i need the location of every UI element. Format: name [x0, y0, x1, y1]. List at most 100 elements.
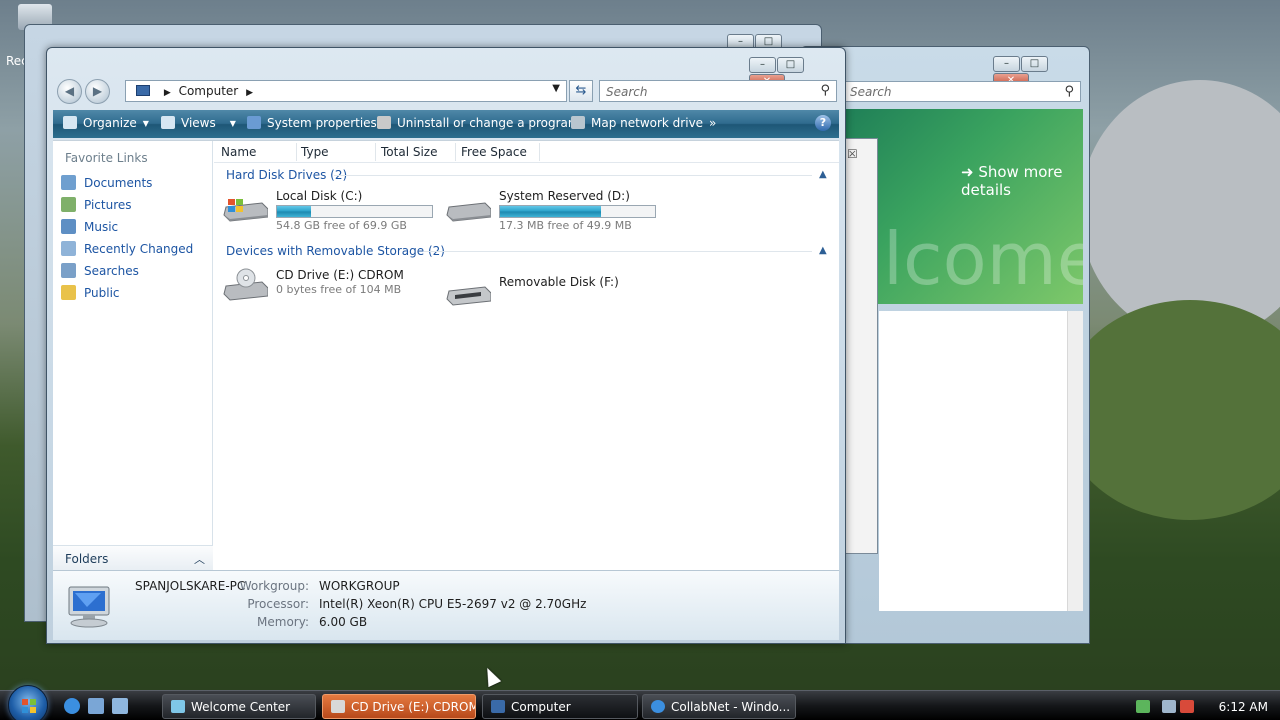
taskbar-button-computer[interactable]: Computer	[482, 694, 638, 719]
sidebar-item-pictures[interactable]: Pictures	[61, 197, 132, 217]
vertical-scrollbar[interactable]	[1067, 311, 1083, 611]
column-divider[interactable]	[455, 143, 456, 161]
chevron-down-icon: ▼	[229, 119, 236, 128]
drive-name: System Reserved (D:)	[499, 189, 630, 203]
maximize-button[interactable]: □	[1021, 56, 1048, 72]
sidebar-item-label: Pictures	[84, 198, 132, 212]
collapse-group-icon[interactable]: ▲	[819, 245, 827, 256]
maximize-button[interactable]: □	[777, 57, 804, 73]
toolbar-overflow-button[interactable]: »	[709, 116, 716, 130]
taskbar: Welcome Center CD Drive (E:) CDROM Compu…	[0, 685, 1280, 720]
search-icon[interactable]: ⚲	[820, 83, 830, 98]
column-header-type[interactable]: Type	[301, 145, 329, 159]
security-shield-icon[interactable]	[1136, 700, 1150, 713]
column-divider[interactable]	[539, 143, 540, 161]
sidebar-item-label: Recently Changed	[84, 242, 194, 256]
workgroup-value: WORKGROUP	[319, 579, 400, 593]
sidebar-item-searches[interactable]: Searches	[61, 263, 139, 283]
welcome-search-input[interactable]: Search ⚲	[843, 81, 1081, 102]
drive-name: Removable Disk (F:)	[499, 275, 619, 289]
switch-windows-icon[interactable]	[112, 698, 128, 714]
network-drive-icon	[571, 116, 585, 129]
show-desktop-icon[interactable]	[88, 698, 104, 714]
internet-explorer-icon[interactable]	[64, 698, 80, 714]
column-divider[interactable]	[296, 143, 297, 161]
processor-value: Intel(R) Xeon(R) CPU E5-2697 v2 @ 2.70GH…	[319, 597, 587, 611]
drive-usage-bar	[499, 205, 656, 218]
music-icon	[61, 219, 76, 234]
drive-removable-f[interactable]: Removable Disk (F:)	[445, 275, 660, 315]
show-more-details-label: Show more details	[961, 163, 1063, 199]
windows-logo-icon	[22, 699, 36, 713]
sidebar-item-public[interactable]: Public	[61, 285, 120, 305]
close-icon[interactable]: ☒	[847, 147, 858, 161]
search-placeholder: Search	[606, 85, 648, 99]
sidebar-item-music[interactable]: Music	[61, 219, 118, 239]
programs-icon	[377, 116, 391, 129]
notification-area: 6:12 AM	[1130, 693, 1280, 719]
welcome-center-icon	[171, 700, 185, 713]
search-icon[interactable]: ⚲	[1064, 84, 1074, 99]
drive-local-disk-c[interactable]: Local Disk (C:) 54.8 GB free of 69.9 GB	[222, 189, 437, 232]
back-button[interactable]: ◀	[57, 79, 82, 104]
address-dropdown-icon[interactable]: ▼	[552, 83, 560, 94]
group-divider	[334, 175, 812, 176]
forward-button[interactable]: ▶	[85, 79, 110, 104]
system-clock[interactable]: 6:12 AM	[1219, 700, 1268, 714]
search-input[interactable]: Search ⚲	[599, 80, 837, 102]
help-icon[interactable]: ?	[815, 115, 831, 131]
map-network-drive-button[interactable]: Map network drive	[571, 116, 703, 130]
taskbar-button-cd-drive[interactable]: CD Drive (E:) CDROM	[322, 694, 476, 719]
taskbar-button-welcome-center[interactable]: Welcome Center	[162, 694, 316, 719]
memory-value: 6.00 GB	[319, 615, 368, 629]
drive-cd-e[interactable]: CD Drive (E:) CDROM 0 bytes free of 104 …	[222, 268, 437, 308]
volume-muted-icon[interactable]	[1180, 700, 1194, 713]
sidebar-item-recently-changed[interactable]: Recently Changed	[61, 241, 193, 261]
minimize-button[interactable]: –	[749, 57, 776, 73]
sidebar-item-label: Music	[84, 220, 119, 234]
drive-usage-bar	[276, 205, 433, 218]
navigation-pane: Favorite Links Documents Pictures Music …	[53, 141, 213, 571]
system-properties-icon	[247, 116, 261, 129]
drive-free-space: 54.8 GB free of 69.9 GB	[276, 219, 407, 232]
taskbar-button-collabnet[interactable]: CollabNet - Windo...	[642, 694, 796, 719]
computer-window[interactable]: –□✕ ◀ ▶ ▶ Computer ▶ ▼ ⇆ Search ⚲ Organi…	[46, 47, 846, 644]
removable-disk-icon	[446, 286, 491, 306]
welcome-content-pane	[879, 311, 1083, 611]
address-bar[interactable]: ▶ Computer ▶ ▼	[125, 80, 567, 102]
sidebar-item-documents[interactable]: Documents	[61, 175, 152, 195]
uninstall-program-button[interactable]: Uninstall or change a program	[377, 116, 580, 130]
drive-free-space: 0 bytes free of 104 MB	[276, 283, 402, 296]
drive-usage-fill	[277, 206, 312, 217]
organize-button[interactable]: Organize ▼	[63, 116, 149, 130]
column-divider[interactable]	[375, 143, 376, 161]
breadcrumb-computer[interactable]: Computer	[179, 84, 239, 98]
collapse-group-icon[interactable]: ▲	[819, 169, 827, 180]
start-button[interactable]	[8, 685, 48, 720]
drive-system-reserved-d[interactable]: System Reserved (D:) 17.3 MB free of 49.…	[445, 189, 660, 232]
system-properties-button[interactable]: System properties	[247, 116, 377, 130]
window-caption-buttons: –□✕	[993, 55, 1081, 89]
show-more-details-link[interactable]: ➜ Show more details	[961, 163, 1083, 199]
views-button[interactable]: Views ▼	[161, 116, 236, 130]
sidebar-item-label: Public	[84, 286, 120, 300]
documents-icon	[61, 175, 76, 190]
column-header-total-size[interactable]: Total Size	[381, 145, 437, 159]
network-icon[interactable]	[1162, 700, 1176, 713]
minimize-button[interactable]: –	[993, 56, 1020, 72]
views-icon	[161, 116, 175, 129]
refresh-button[interactable]: ⇆	[569, 80, 593, 102]
folders-toggle[interactable]: Folders ︿	[53, 545, 213, 571]
group-hard-disk-drives[interactable]: Hard Disk Drives (2)	[226, 168, 347, 182]
views-label: Views	[181, 116, 216, 130]
hard-drive-icon	[446, 202, 491, 222]
breadcrumb-arrow-icon[interactable]: ▶	[246, 88, 253, 98]
drive-free-space: 17.3 MB free of 49.9 MB	[499, 219, 632, 232]
column-header-free-space[interactable]: Free Space	[461, 145, 527, 159]
group-removable-storage[interactable]: Devices with Removable Storage (2)	[226, 244, 445, 258]
breadcrumb-arrow-icon[interactable]: ▶	[164, 88, 171, 98]
computer-icon	[136, 85, 150, 96]
sidebar-item-label: Documents	[84, 176, 153, 190]
column-header-name[interactable]: Name	[221, 145, 256, 159]
searches-icon	[61, 263, 76, 278]
